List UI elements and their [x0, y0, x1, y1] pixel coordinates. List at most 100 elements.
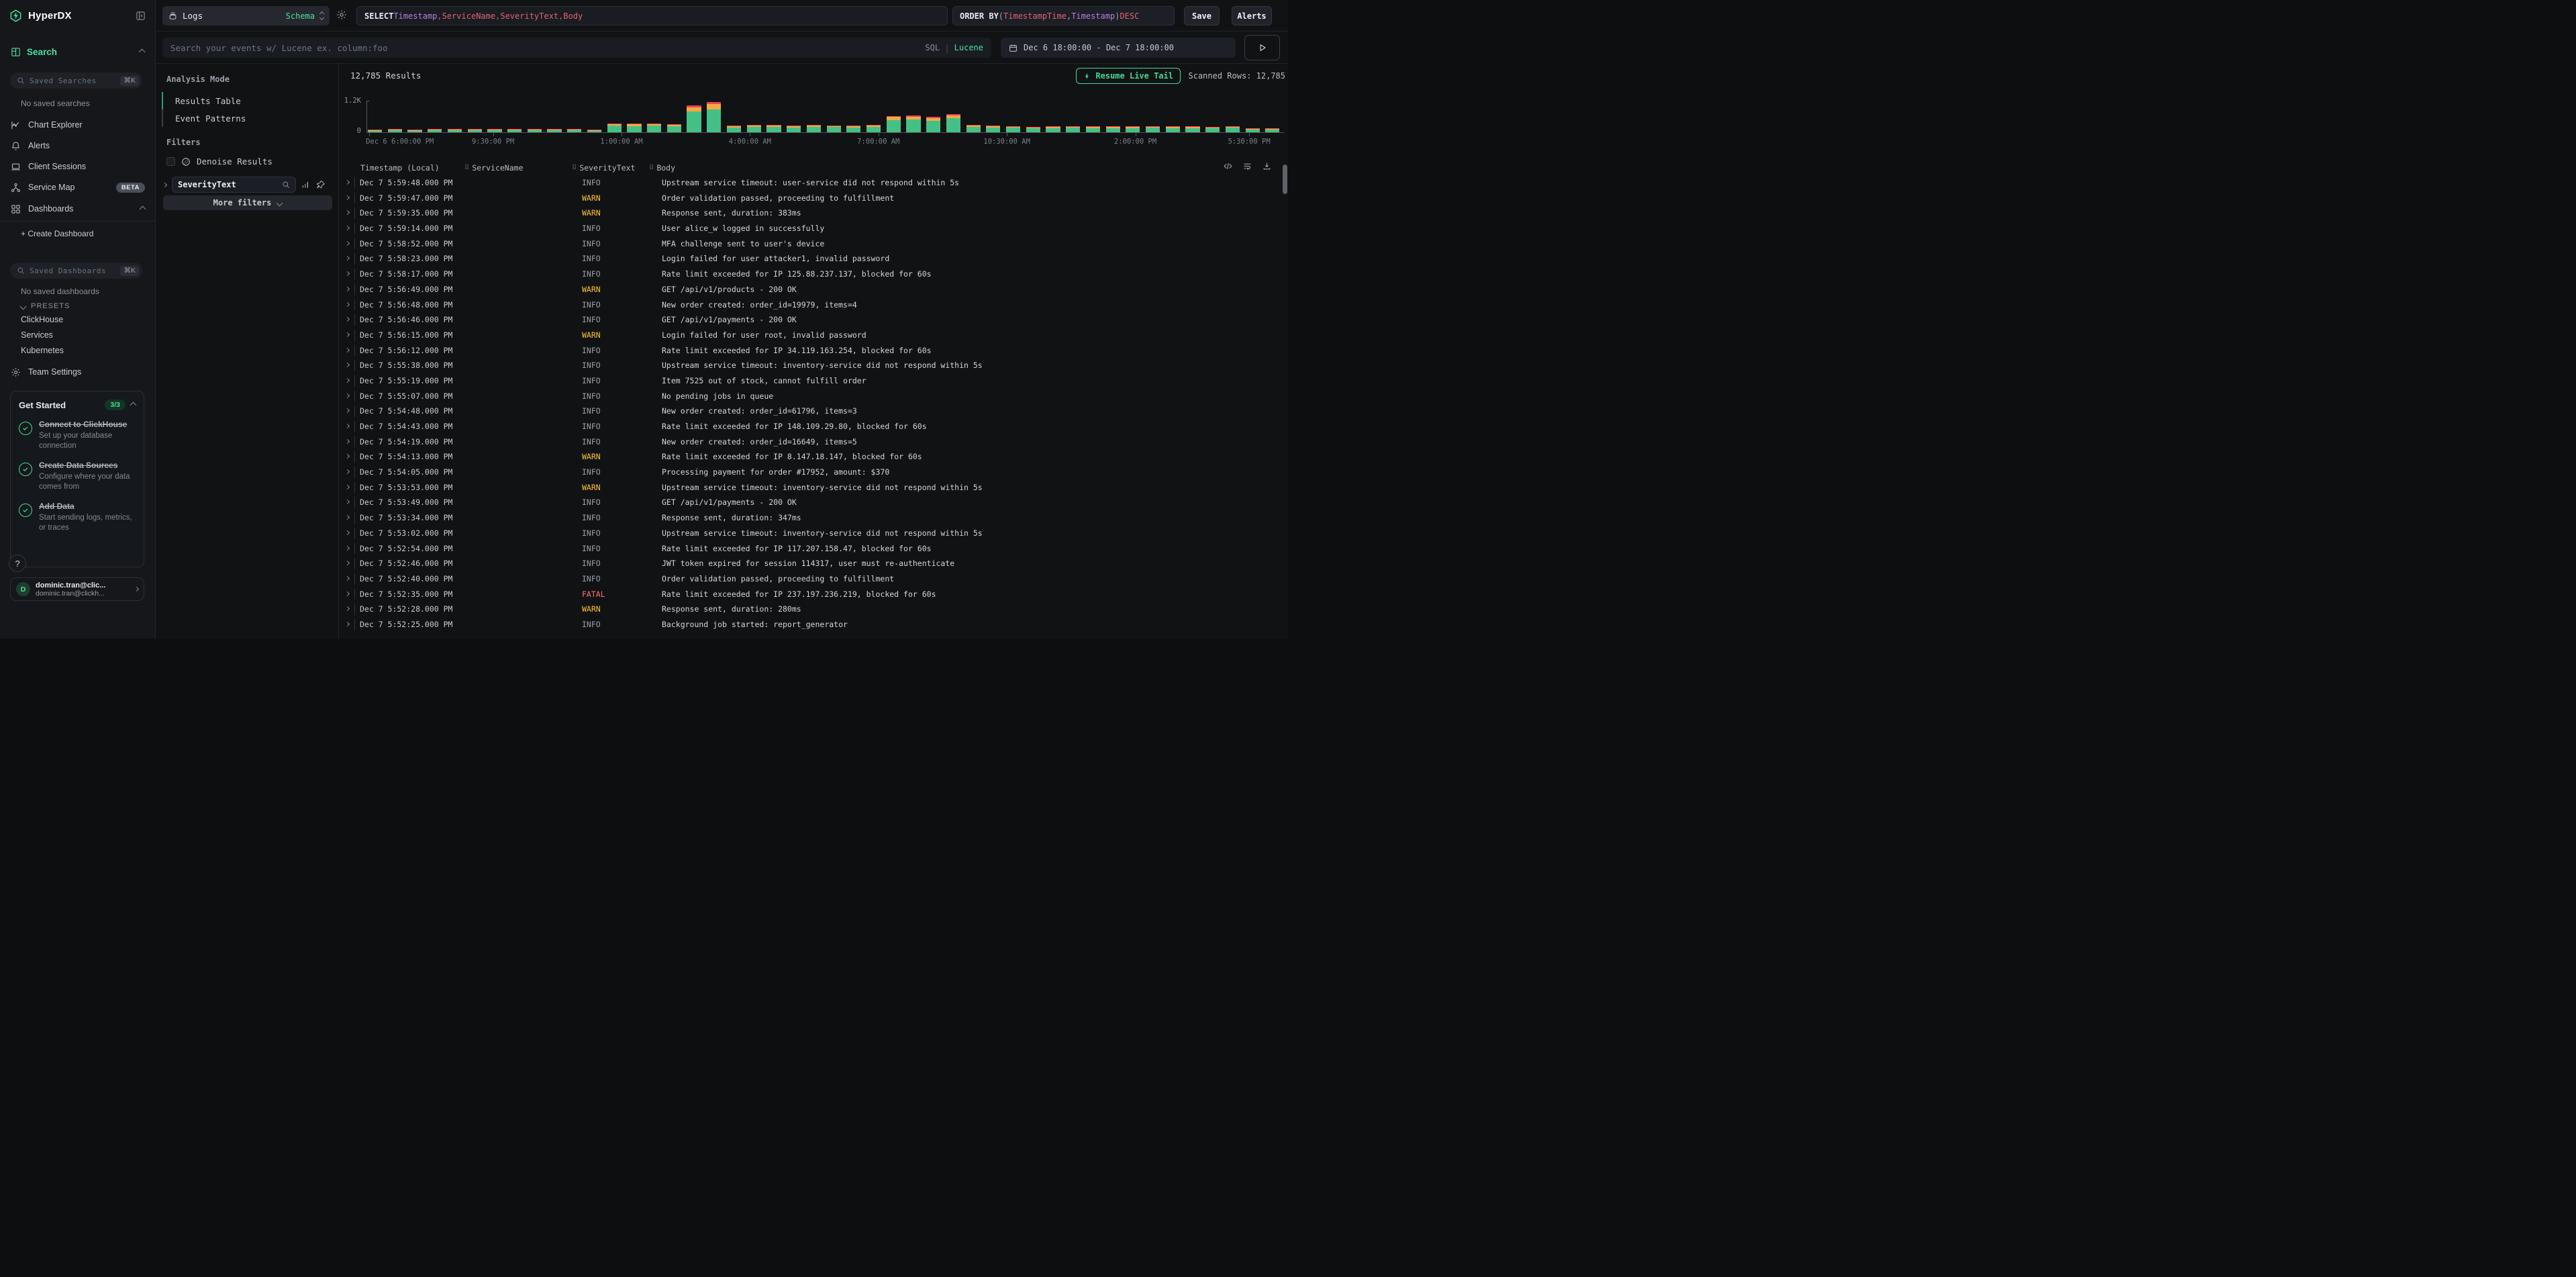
log-row[interactable]: Dec 7 5:52:35.000 PMFATALRate limit exce… [340, 587, 1280, 602]
expand-row-icon[interactable] [345, 576, 350, 581]
denoise-checkbox[interactable] [166, 157, 175, 166]
log-row[interactable]: Dec 7 5:59:14.000 PMINFOUser alice_w log… [340, 221, 1280, 236]
presets-toggle[interactable]: PRESETS [21, 302, 70, 310]
histogram-bar[interactable] [567, 129, 581, 132]
sidebar-item-team-settings[interactable]: Team Settings [0, 363, 156, 381]
log-row[interactable]: Dec 7 5:56:12.000 PMINFORate limit excee… [340, 343, 1280, 359]
histogram-bar[interactable] [487, 129, 501, 132]
text-wrap-icon[interactable] [1242, 162, 1252, 171]
expand-row-icon[interactable] [345, 317, 350, 322]
expand-row-icon[interactable] [345, 408, 350, 413]
expand-row-icon[interactable] [345, 301, 350, 306]
drag-handle-icon[interactable]: ⠿ [464, 164, 468, 172]
preset-clickhouse[interactable]: ClickHouse [21, 315, 63, 324]
column-servicename[interactable]: ⠿ServiceName [464, 163, 524, 173]
expand-row-icon[interactable] [345, 500, 350, 504]
histogram-bar[interactable] [687, 105, 701, 132]
histogram-bar[interactable] [468, 129, 482, 132]
log-row[interactable]: Dec 7 5:56:48.000 PMINFONew order create… [340, 297, 1280, 313]
expand-row-icon[interactable] [345, 530, 350, 535]
lucene-language-toggle[interactable]: Lucene [954, 43, 983, 52]
log-row[interactable]: Dec 7 5:52:40.000 PMINFOOrder validation… [340, 571, 1280, 587]
histogram-bar[interactable] [986, 126, 1000, 132]
expand-row-icon[interactable] [345, 195, 350, 200]
histogram-bar[interactable] [547, 129, 561, 132]
expand-row-icon[interactable] [345, 439, 350, 444]
log-row[interactable]: Dec 7 5:52:54.000 PMINFORate limit excee… [340, 541, 1280, 557]
date-range-picker[interactable]: Dec 6 18:00:00 - Dec 7 18:00:00 [1001, 38, 1236, 58]
expand-row-icon[interactable] [345, 363, 350, 367]
create-dashboard-button[interactable]: + Create Dashboard [21, 229, 93, 238]
histogram-bar[interactable] [747, 125, 761, 132]
expand-row-icon[interactable] [345, 485, 350, 489]
get-started-step-add-data[interactable]: Add Data Start sending logs, metrics, or… [19, 502, 136, 533]
log-row[interactable]: Dec 7 5:58:17.000 PMINFORate limit excee… [340, 267, 1280, 282]
log-row[interactable]: Dec 7 5:54:43.000 PMINFORate limit excee… [340, 419, 1280, 434]
facet-search-input[interactable]: SeverityText [172, 177, 296, 193]
log-row[interactable]: Dec 7 5:53:53.000 PMWARNUpstream service… [340, 480, 1280, 495]
histogram-bar[interactable] [926, 117, 940, 132]
histogram-bar[interactable] [1106, 126, 1120, 132]
histogram-bar[interactable] [1146, 126, 1160, 132]
alerts-button[interactable]: Alerts [1232, 6, 1272, 26]
order-by-input[interactable]: ORDER BY (TimestampTime, Timestamp) DESC [952, 6, 1175, 26]
histogram-bar[interactable] [827, 126, 841, 132]
histogram-bar[interactable] [1066, 126, 1080, 132]
more-filters-button[interactable]: More filters [163, 195, 332, 210]
histogram-bar[interactable] [667, 124, 681, 132]
event-search-input[interactable]: Search your events w/ Lucene ex. column:… [162, 38, 991, 58]
histogram-bar[interactable] [507, 129, 522, 132]
expand-row-icon[interactable] [345, 241, 350, 246]
sidebar-item-client-sessions[interactable]: Client Sessions [0, 157, 156, 176]
help-button[interactable]: ? [9, 555, 26, 572]
column-body[interactable]: ⠿Body [649, 163, 675, 173]
chevron-up-icon[interactable] [130, 401, 137, 408]
log-row[interactable]: Dec 7 5:54:05.000 PMINFOProcessing payme… [340, 465, 1280, 480]
expand-row-icon[interactable] [345, 454, 350, 459]
run-query-button[interactable] [1244, 35, 1280, 60]
histogram-bar[interactable] [1166, 126, 1180, 132]
expand-row-icon[interactable] [345, 332, 350, 337]
expand-row-icon[interactable] [345, 378, 350, 383]
log-row[interactable]: Dec 7 5:54:48.000 PMINFONew order create… [340, 404, 1280, 419]
sidebar-item-service-map[interactable]: Service Map BETA [0, 178, 156, 197]
histogram-bar[interactable] [647, 124, 661, 132]
histogram-bar[interactable] [1126, 126, 1140, 132]
sidebar-item-search[interactable]: Search [0, 44, 155, 59]
log-row[interactable]: Dec 7 5:52:46.000 PMINFOJWT token expire… [340, 556, 1280, 571]
histogram-bar[interactable] [428, 129, 442, 132]
log-row[interactable]: Dec 7 5:59:48.000 PMINFOUpstream service… [340, 175, 1280, 191]
expand-row-icon[interactable] [345, 348, 350, 352]
chevron-right-icon[interactable] [162, 182, 167, 187]
expand-row-icon[interactable] [345, 545, 350, 550]
sidebar-item-dashboards[interactable]: Dashboards [0, 199, 156, 218]
histogram-bar[interactable] [388, 129, 402, 132]
histogram-bar[interactable] [528, 129, 542, 132]
log-row[interactable]: Dec 7 5:56:49.000 PMWARNGET /api/v1/prod… [340, 282, 1280, 297]
facet-pin-icon[interactable] [316, 180, 326, 189]
histogram-bar[interactable] [846, 126, 860, 132]
select-columns-input[interactable]: SELECT Timestamp,ServiceName,SeverityTex… [356, 6, 948, 26]
expand-row-icon[interactable] [345, 592, 350, 596]
log-row[interactable]: Dec 7 5:59:47.000 PMWARNOrder validation… [340, 191, 1280, 206]
log-row[interactable]: Dec 7 5:59:35.000 PMWARNResponse sent, d… [340, 205, 1280, 221]
get-started-step-connect[interactable]: Connect to ClickHouse Set up your databa… [19, 420, 136, 451]
column-severitytext[interactable]: ⠿SeverityText [572, 163, 635, 173]
user-menu[interactable]: D dominic.tran@clic... dominic.tran@clic… [10, 577, 144, 601]
log-row[interactable]: Dec 7 5:56:15.000 PMWARNLogin failed for… [340, 328, 1280, 343]
histogram-bar[interactable] [946, 114, 960, 132]
expand-row-icon[interactable] [345, 393, 350, 398]
code-view-icon[interactable] [1223, 162, 1233, 171]
denoise-results-toggle[interactable]: Denoise Results [166, 156, 273, 167]
histogram-bar[interactable] [1226, 126, 1240, 132]
histogram-bar[interactable] [1086, 126, 1100, 132]
log-row[interactable]: Dec 7 5:55:19.000 PMINFOItem 7525 out of… [340, 373, 1280, 389]
histogram-bar[interactable] [1026, 127, 1040, 132]
chevron-up-icon[interactable] [140, 205, 146, 212]
histogram-bar[interactable] [1205, 127, 1220, 132]
chevron-up-icon[interactable] [139, 48, 146, 55]
preset-kubernetes[interactable]: Kubernetes [21, 346, 64, 355]
expand-row-icon[interactable] [345, 210, 350, 215]
saved-searches-input[interactable]: Saved Searches ⌘K [10, 73, 142, 89]
scrollbar-thumb[interactable] [1283, 164, 1287, 194]
